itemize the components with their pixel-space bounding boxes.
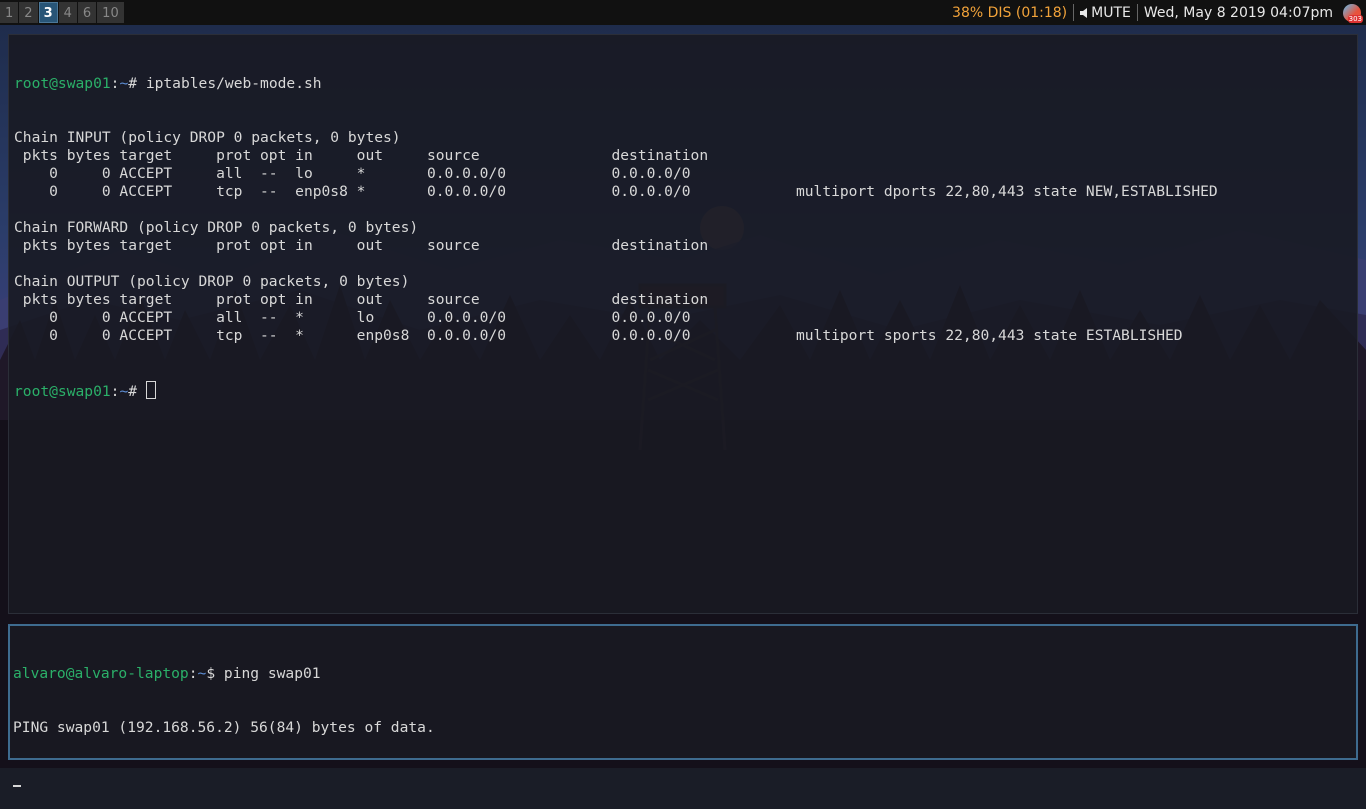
notification-icon[interactable]: 303 xyxy=(1343,3,1363,23)
terminal-output-line: 0 0 ACCEPT tcp -- * enp0s8 0.0.0.0/0 0.0… xyxy=(14,327,1183,344)
prompt-symbol: # xyxy=(128,75,146,92)
prompt-symbol: # xyxy=(128,383,146,400)
terminal-output-line: 0 0 ACCEPT tcp -- enp0s8 * 0.0.0.0/0 0.0… xyxy=(14,183,1218,200)
terminal-output: PING swap01 (192.168.56.2) 56(84) bytes … xyxy=(13,719,1356,737)
terminal-command: ping swap01 xyxy=(223,665,321,682)
terminal-prompt-line: alvaro@alvaro-laptop:~$ ping swap01 xyxy=(13,665,1356,683)
terminal-window-swap01[interactable]: root@swap01:~# iptables/web-mode.sh Chai… xyxy=(8,34,1358,614)
prompt-user-host: alvaro@alvaro-laptop xyxy=(13,665,189,682)
top-status-bar: 1 2 3 4 6 10 38% DIS (01:18) MUTE Wed, May 8 … xyxy=(0,0,1366,25)
terminal-prompt-line[interactable]: root@swap01:~# xyxy=(14,381,1357,400)
volume-label: MUTE xyxy=(1091,4,1131,21)
prompt-user-host: root@swap01 xyxy=(14,383,111,400)
terminal-output-line: 0 0 ACCEPT all -- lo * 0.0.0.0/0 0.0.0.0… xyxy=(14,165,788,182)
battery-status: 38% DIS (01:18) xyxy=(952,4,1068,21)
terminal-output-line: pkts bytes target prot opt in out source… xyxy=(14,237,788,254)
terminal-window-laptop[interactable]: alvaro@alvaro-laptop:~$ ping swap01 PING… xyxy=(8,624,1358,787)
terminal-output-line: PING swap01 (192.168.56.2) 56(84) bytes … xyxy=(13,719,435,736)
terminal-output-line: pkts bytes target prot opt in out source… xyxy=(14,147,788,164)
prompt-path: ~ xyxy=(197,665,207,682)
terminal-output-line: Chain OUTPUT (policy DROP 0 packets, 0 b… xyxy=(14,273,410,290)
terminal-command: iptables/web-mode.sh xyxy=(145,75,322,92)
prompt-separator: : xyxy=(188,665,198,682)
workspace-button-1[interactable]: 1 xyxy=(0,2,19,23)
workspace-button-4[interactable]: 4 xyxy=(58,2,77,23)
status-area: 38% DIS (01:18) MUTE Wed, May 8 2019 04:… xyxy=(946,0,1366,25)
workspace-switcher: 1 2 3 4 6 10 xyxy=(0,2,125,23)
terminal-cursor-line[interactable] xyxy=(13,773,1356,791)
terminal-output-line: Chain INPUT (policy DROP 0 packets, 0 by… xyxy=(14,129,401,146)
terminal-output-line: pkts bytes target prot opt in out source… xyxy=(14,291,788,308)
volume-status[interactable]: MUTE xyxy=(1074,5,1137,21)
prompt-user-host: root@swap01 xyxy=(14,75,111,92)
workspace-button-3[interactable]: 3 xyxy=(38,2,58,23)
datetime: Wed, May 8 2019 04:07pm xyxy=(1143,4,1333,21)
terminal-output: Chain INPUT (policy DROP 0 packets, 0 by… xyxy=(14,129,1357,345)
prompt-path: ~ xyxy=(119,383,129,400)
terminal-cursor xyxy=(13,773,21,787)
terminal-cursor xyxy=(145,381,156,399)
terminal-prompt-line: root@swap01:~# iptables/web-mode.sh xyxy=(14,75,1357,93)
notification-badge: 303 xyxy=(1347,14,1363,23)
workspace-button-6[interactable]: 6 xyxy=(77,2,97,23)
speaker-icon xyxy=(1080,7,1088,18)
terminal-output-line: Chain FORWARD (policy DROP 0 packets, 0 … xyxy=(14,219,419,236)
workspace-button-2[interactable]: 2 xyxy=(19,2,38,23)
prompt-symbol: $ xyxy=(206,665,224,682)
workspace-button-10[interactable]: 10 xyxy=(97,2,124,23)
prompt-path: ~ xyxy=(119,75,129,92)
terminal-output-line: 0 0 ACCEPT all -- * lo 0.0.0.0/0 0.0.0.0… xyxy=(14,309,788,326)
